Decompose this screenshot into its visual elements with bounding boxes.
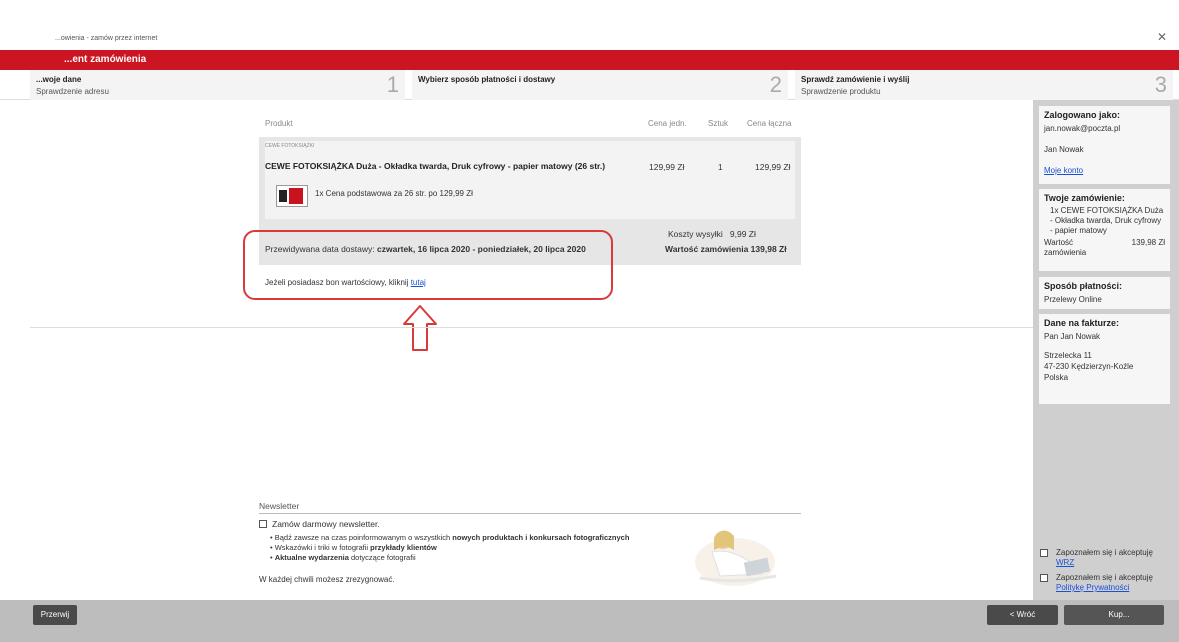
- product-total: 129,99 Zł: [755, 162, 791, 172]
- photobook-thumbnail: [276, 185, 308, 207]
- order-value-label: Wartość zamówienia: [665, 244, 749, 254]
- cancel-button[interactable]: Przerwij: [33, 605, 77, 625]
- highlight-annotation: [243, 230, 613, 300]
- column-header-unit-price: Cena jedn.: [648, 119, 687, 128]
- invoice-country: Polska: [1044, 373, 1069, 382]
- step-title: Sprawdź zamówienie i wyślij: [801, 75, 910, 84]
- newsletter-title: Newsletter: [259, 501, 300, 511]
- accept-terms-row[interactable]: Zapoznałem się i akceptuję WRZ: [1040, 548, 1170, 568]
- product-category: CEWE FOTOKSIĄŻKI: [265, 143, 315, 149]
- product-qty: 1: [718, 162, 723, 172]
- payment-method: Przelewy Online: [1044, 295, 1102, 304]
- accept-privacy-checkbox[interactable]: [1040, 574, 1048, 582]
- accept-privacy-text: Zapoznałem się i akceptuję: [1056, 573, 1153, 582]
- invoice-name: Pan Jan Nowak: [1044, 332, 1101, 341]
- newsletter-checkbox-row[interactable]: Zamów darmowy newsletter.: [259, 519, 380, 529]
- privacy-link[interactable]: Politykę Prywatności: [1056, 583, 1129, 592]
- logged-in-box: Zalogowano jako: jan.nowak@poczta.pl Jan…: [1039, 106, 1170, 184]
- order-summary-value: Wartość zamówienia 139,98 Zł: [1044, 238, 1165, 258]
- step-title: ...woje dane: [36, 75, 82, 84]
- newsletter-checkbox[interactable]: [259, 520, 267, 528]
- terms-link[interactable]: WRZ: [1056, 558, 1074, 567]
- accept-terms-text: Zapoznałem się i akceptuję: [1056, 548, 1153, 557]
- arrow-up-icon: [403, 305, 437, 351]
- step-number: 2: [769, 72, 782, 97]
- buy-button-label: Kup...: [1108, 610, 1130, 619]
- section-header-label: ...ent zamówienia: [64, 54, 147, 65]
- window-titlebar: ...owienia - zamów przez internet ✕: [0, 0, 1179, 50]
- step-title: Wybierz sposób płatności i dostawy: [418, 75, 556, 84]
- user-name: Jan Nowak: [1044, 145, 1084, 154]
- shipping-value: 9,99 Zł: [729, 229, 756, 239]
- content-divider: [30, 327, 1033, 328]
- back-button[interactable]: < Wróć: [987, 605, 1058, 625]
- payment-heading: Sposób płatności:: [1044, 281, 1123, 291]
- invoice-city: 47-230 Kędzierzyn-Koźle: [1044, 362, 1134, 371]
- order-sidebar: Zalogowano jako: jan.nowak@poczta.pl Jan…: [1033, 100, 1179, 600]
- step-payment-delivery[interactable]: Wybierz sposób płatności i dostawy 2: [412, 70, 788, 100]
- invoice-heading: Dane na fakturze:: [1044, 318, 1120, 328]
- column-header-total: Cena łączna: [747, 119, 792, 128]
- step-number: 1: [386, 72, 399, 97]
- product-unit-price: 129,99 Zł: [649, 162, 685, 172]
- accept-terms-checkbox[interactable]: [1040, 549, 1048, 557]
- order-summary-line: 1x CEWE FOTOKSIĄŻKA Duża - Okładka tward…: [1050, 206, 1164, 235]
- product-name: CEWE FOTOKSIĄŻKA Duża - Okładka twarda, …: [265, 161, 606, 171]
- step-subtitle: Sprawdzenie adresu: [36, 87, 109, 96]
- list-item: Wskazówki i triki w fotografii przykłady…: [270, 543, 629, 553]
- order-summary-value-amount: 139,98 Zł: [1131, 238, 1165, 247]
- newsletter-footnote: W każdej chwili możesz zrezygnować.: [259, 575, 395, 584]
- section-header: ...ent zamówienia: [0, 50, 1179, 70]
- shipping-label: Koszty wysyłki: [668, 229, 723, 239]
- step-indicator: ...woje dane Sprawdzenie adresu 1 Wybier…: [0, 70, 1179, 100]
- column-header-qty: Sztuk: [708, 119, 729, 128]
- newsletter-illustration: [695, 530, 777, 586]
- list-item: Bądź zawsze na czas poinformowanym o wsz…: [270, 533, 630, 543]
- product-card: CEWE FOTOKSIĄŻKI CEWE FOTOKSIĄŻKA Duża -…: [265, 141, 795, 219]
- user-email: jan.nowak@poczta.pl: [1044, 124, 1121, 133]
- accept-privacy-row[interactable]: Zapoznałem się i akceptuję Politykę Prywa…: [1040, 573, 1170, 593]
- step-your-data[interactable]: ...woje dane Sprawdzenie adresu 1: [30, 70, 405, 100]
- step-subtitle: Sprawdzenie produktu: [801, 87, 881, 96]
- order-value-amount: 139,98 Zł: [750, 244, 787, 254]
- close-icon[interactable]: ✕: [1157, 30, 1167, 44]
- order-summary-value-label: Wartość zamówienia: [1044, 238, 1087, 257]
- my-account-link[interactable]: Moje konto: [1044, 166, 1083, 175]
- buy-button[interactable]: Kup...: [1064, 605, 1164, 625]
- payment-box: Sposób płatności: Przelewy Online: [1039, 277, 1170, 309]
- newsletter-benefits: Bądź zawsze na czas poinformowanym o wsz…: [270, 533, 630, 563]
- step-number: 3: [1154, 72, 1167, 97]
- invoice-box: Dane na fakturze: Pan Jan Nowak Strzelec…: [1039, 314, 1170, 404]
- newsletter-divider: [259, 513, 801, 514]
- logged-in-heading: Zalogowano jako:: [1044, 110, 1121, 120]
- column-header-product: Produkt: [265, 119, 293, 128]
- step-review-send[interactable]: Sprawdź zamówienie i wyślij Sprawdzenie …: [795, 70, 1173, 100]
- product-detail: 1x Cena podstawowa za 26 str. po 129,99 …: [315, 189, 473, 198]
- order-value: Wartość zamówienia 139,98 Zł: [665, 244, 787, 254]
- order-summary-heading: Twoje zamówienie:: [1044, 193, 1125, 203]
- invoice-street: Strzelecka 11: [1044, 351, 1092, 360]
- newsletter-checkbox-label: Zamów darmowy newsletter.: [272, 519, 380, 529]
- shipping-cost: Koszty wysyłki 9,99 Zł: [668, 229, 756, 239]
- window-title: ...owienia - zamów przez internet: [55, 35, 158, 42]
- order-summary-box: Twoje zamówienie: 1x CEWE FOTOKSIĄŻKA Du…: [1039, 189, 1170, 271]
- list-item: Aktualne wydarzenia dotyczące fotografii: [270, 553, 629, 563]
